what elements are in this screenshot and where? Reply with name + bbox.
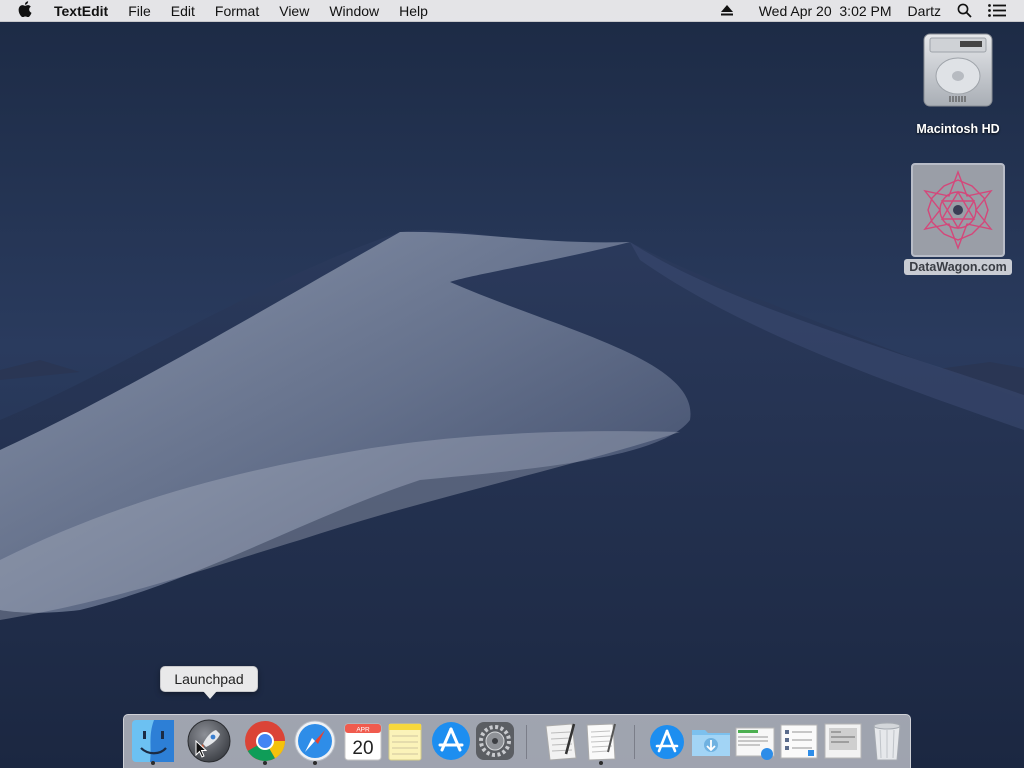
menu-bar: TextEdit File Edit Format View Window He… bbox=[0, 0, 1024, 22]
dock-item-chrome[interactable] bbox=[242, 718, 288, 765]
dock-item-downloads-folder[interactable] bbox=[688, 718, 734, 764]
document-stack-icon-2 bbox=[776, 718, 822, 764]
eject-button[interactable] bbox=[713, 0, 751, 21]
apple-menu[interactable] bbox=[0, 0, 44, 21]
dock-tooltip: Launchpad bbox=[160, 666, 258, 699]
file-menu[interactable]: File bbox=[118, 0, 161, 21]
running-indicator bbox=[151, 761, 155, 765]
spotlight-search-icon bbox=[957, 3, 972, 18]
image-file-thumbnail bbox=[911, 163, 1005, 257]
desktop-icon-label: Macintosh HD bbox=[916, 122, 1000, 136]
safari-icon bbox=[292, 718, 338, 764]
desktop-wallpaper bbox=[0, 0, 1024, 768]
dock-item-trash[interactable] bbox=[864, 718, 910, 764]
dock-item-system-preferences[interactable] bbox=[472, 718, 518, 764]
running-indicator bbox=[599, 761, 603, 765]
view-menu[interactable]: View bbox=[269, 0, 319, 21]
notes-icon bbox=[382, 718, 428, 764]
finder-icon bbox=[130, 718, 176, 764]
dock-item-launchpad[interactable] bbox=[186, 718, 232, 764]
dock-item-document-stack-2[interactable] bbox=[776, 718, 822, 764]
calendar-icon: APR 20 bbox=[340, 718, 386, 764]
app-store-icon bbox=[428, 718, 474, 764]
desktop-icon-datawagon[interactable]: DataWagon.com bbox=[900, 163, 1016, 275]
dock-separator bbox=[634, 725, 635, 759]
window-menu[interactable]: Window bbox=[319, 0, 389, 21]
edit-menu[interactable]: Edit bbox=[161, 0, 205, 21]
dock-item-safari[interactable] bbox=[292, 718, 338, 765]
applications-folder-icon bbox=[644, 718, 690, 764]
spotlight-button[interactable] bbox=[949, 0, 980, 21]
launchpad-icon bbox=[186, 718, 232, 764]
dock-item-notes[interactable] bbox=[382, 718, 428, 764]
document-stack-icon bbox=[732, 718, 778, 764]
hard-drive-icon bbox=[920, 32, 996, 115]
calendar-day: 20 bbox=[352, 738, 373, 759]
trash-icon bbox=[864, 718, 910, 764]
dock-item-finder[interactable] bbox=[130, 718, 176, 765]
calendar-month: APR bbox=[356, 727, 370, 734]
user-menu[interactable]: Dartz bbox=[900, 0, 949, 21]
dock-item-calendar[interactable]: APR 20 bbox=[340, 718, 386, 764]
desktop-icon-macintosh-hd[interactable]: Macintosh HD bbox=[906, 32, 1010, 137]
eject-icon bbox=[720, 5, 733, 16]
running-indicator bbox=[263, 761, 267, 765]
mouse-cursor-icon bbox=[195, 739, 208, 763]
dock: APR 20 bbox=[123, 714, 911, 768]
running-indicator bbox=[313, 761, 317, 765]
textedit-icon bbox=[578, 718, 624, 764]
dock-item-document-stack-3[interactable] bbox=[820, 718, 866, 764]
apple-logo-icon bbox=[18, 1, 32, 20]
dock-separator bbox=[526, 725, 527, 759]
downloads-folder-icon bbox=[688, 718, 734, 764]
notification-center-icon bbox=[988, 4, 1006, 17]
dock-item-app-store[interactable] bbox=[428, 718, 474, 764]
desktop-icon-label: DataWagon.com bbox=[904, 259, 1012, 275]
app-name-menu[interactable]: TextEdit bbox=[44, 0, 118, 21]
dock-item-applications-folder[interactable] bbox=[644, 718, 690, 764]
clock[interactable]: Wed Apr 20 3:02 PM bbox=[751, 0, 900, 21]
notification-center-button[interactable] bbox=[980, 0, 1014, 21]
dock-item-document-stack-1[interactable] bbox=[732, 718, 778, 764]
system-preferences-icon bbox=[472, 718, 518, 764]
dock-item-textedit[interactable] bbox=[578, 718, 624, 765]
chrome-icon bbox=[242, 718, 288, 764]
document-stack-icon-3 bbox=[820, 718, 866, 764]
help-menu[interactable]: Help bbox=[389, 0, 438, 21]
format-menu[interactable]: Format bbox=[205, 0, 269, 21]
